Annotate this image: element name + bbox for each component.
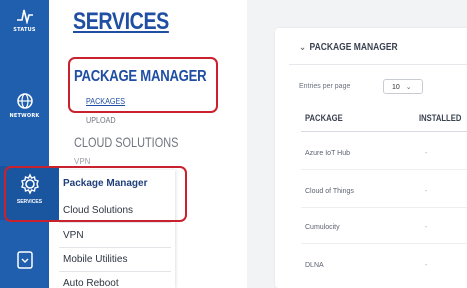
highlight-package-manager — [68, 57, 218, 113]
divider — [289, 64, 467, 65]
rail-network-label: NETWORK — [9, 113, 40, 119]
divider — [59, 247, 171, 248]
chevron-down-icon: ⌄ — [299, 42, 307, 53]
divider — [301, 169, 467, 170]
entries-value: 10 — [392, 84, 400, 91]
icon-rail: STATUS NETWORK — [0, 0, 49, 288]
divider — [59, 271, 171, 272]
table-row-installed: - — [425, 262, 428, 269]
content-panel: ⌄ PACKAGE MANAGER Entries per page 10 ⌄ P… — [267, 0, 467, 288]
rail-item-status[interactable]: STATUS — [0, 8, 49, 33]
card-title: PACKAGE MANAGER — [309, 42, 398, 53]
entries-per-page-select[interactable]: 10 ⌄ — [383, 79, 423, 94]
highlight-services-dropdown — [4, 166, 187, 222]
rail-status-label: STATUS — [13, 27, 36, 33]
divider — [301, 243, 467, 244]
column-header-package[interactable]: PACKAGE — [305, 113, 343, 123]
dropdown-item-mobile-utilities[interactable]: Mobile Utilities — [63, 254, 127, 265]
globe-icon — [16, 93, 33, 109]
package-manager-card: ⌄ PACKAGE MANAGER — [275, 28, 467, 288]
table-row-package: Cumulocity — [305, 224, 340, 231]
content-gutter — [247, 0, 267, 288]
dropdown-item-auto-reboot[interactable]: Auto Reboot — [63, 278, 119, 288]
card-header[interactable]: ⌄ PACKAGE MANAGER — [299, 42, 398, 53]
divider — [59, 222, 171, 223]
vpn-link-peek[interactable]: VPN — [74, 157, 90, 166]
services-title[interactable]: SERVICES — [73, 8, 169, 36]
cloud-solutions-link[interactable]: CLOUD SOLUTIONS — [74, 134, 178, 150]
table-row-package: Azure IoT Hub — [305, 150, 351, 157]
table-row-package: Cloud of Things — [305, 188, 354, 195]
chevron-down-icon: ⌄ — [405, 84, 412, 91]
table-row-installed: - — [425, 224, 428, 231]
rail-item-network[interactable]: NETWORK — [0, 92, 49, 119]
divider — [301, 131, 467, 132]
upload-link[interactable]: UPLOAD — [86, 116, 116, 125]
table-row-installed: - — [425, 188, 428, 195]
rail-item-system[interactable] — [0, 250, 49, 270]
table-row-package: DLNA — [305, 262, 324, 269]
activity-icon — [16, 9, 33, 24]
system-icon — [16, 251, 33, 269]
entries-per-page-label: Entries per page — [299, 83, 351, 90]
dropdown-item-vpn[interactable]: VPN — [63, 230, 84, 241]
table-row-installed: - — [425, 150, 428, 157]
column-header-installed[interactable]: INSTALLED — [419, 113, 461, 123]
divider — [301, 207, 467, 208]
